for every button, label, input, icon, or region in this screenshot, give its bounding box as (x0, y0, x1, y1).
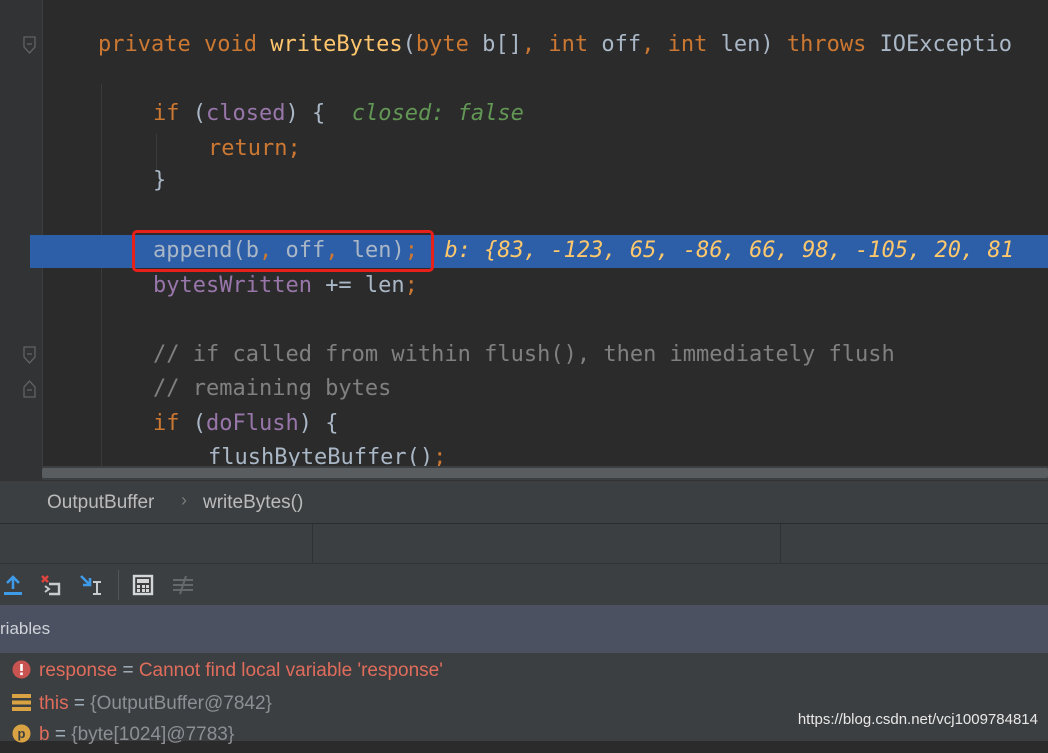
evaluate-expression-icon[interactable] (130, 572, 156, 598)
code-token: b: {83, -123, 65, -86, 66, 98, -105, 20,… (444, 238, 1014, 263)
variable-value: {byte[1024]@7783} (71, 724, 235, 745)
code-line-method-signature[interactable]: private void writeBytes(byte b[], int of… (98, 28, 1012, 62)
code-token: closed (206, 101, 286, 126)
code-token: private (98, 32, 204, 57)
variables-panel-header: riables (0, 605, 1048, 653)
variable-error-value: Cannot find local variable 'response' (138, 660, 443, 681)
code-token: } (153, 168, 167, 193)
code-token: b[] (482, 32, 522, 57)
code-line-if-doflush[interactable]: if (doFlush) { (153, 407, 338, 441)
code-token: off (601, 32, 642, 57)
code-line-comment-2[interactable]: // remaining bytes (153, 372, 391, 406)
fold-comment-end-icon[interactable] (23, 378, 36, 398)
trace-icon[interactable] (170, 572, 196, 598)
code-token: closed: false (351, 101, 524, 126)
horizontal-scrollbar-thumb[interactable] (42, 468, 1048, 478)
code-line-if-closed[interactable]: if (closed) { closed: false (153, 97, 524, 131)
append-call-highlight-box (132, 230, 434, 272)
code-token: // if called from within flush(), then i… (153, 342, 895, 367)
step-out-icon[interactable] (0, 572, 26, 598)
code-token: // remaining bytes (153, 376, 392, 401)
code-token: writeBytes (270, 32, 403, 57)
code-line-close-brace[interactable]: } (153, 164, 166, 198)
variable-name: b (39, 724, 50, 745)
variable-equals: = (117, 660, 139, 681)
code-token: bytesWritten (153, 273, 326, 298)
variable-row-b[interactable]: p b = {byte[1024]@7783} (12, 720, 234, 750)
param-icon: p (12, 723, 31, 743)
indent-guide (101, 84, 102, 474)
error-icon (12, 659, 31, 679)
code-token: ( (402, 32, 416, 57)
code-line-return[interactable]: return; (208, 132, 301, 166)
breadcrumb-method[interactable]: writeBytes() (203, 492, 303, 514)
code-token: int (667, 32, 721, 57)
code-editor[interactable]: private void writeBytes(byte b[], int of… (0, 0, 1048, 480)
breadcrumb-class[interactable]: OutputBuffer (47, 492, 154, 514)
variable-row-this[interactable]: this = {OutputBuffer@7842} (12, 689, 272, 719)
code-token: if (153, 101, 193, 126)
code-token: int (548, 32, 602, 57)
svg-text:p: p (18, 726, 26, 741)
code-token: ) { (298, 411, 339, 436)
code-line-bytes-written[interactable]: bytesWritten += len; (153, 269, 418, 303)
object-icon (12, 692, 31, 711)
toolbar-separator (118, 570, 119, 600)
code-token: ) { (285, 101, 352, 126)
breadcrumb-separator: › (181, 490, 187, 510)
code-token: ( (192, 411, 206, 436)
code-token: , (521, 32, 549, 57)
code-token: ( (192, 101, 206, 126)
code-token: return; (208, 136, 301, 161)
code-token: IOExceptio (879, 32, 1013, 57)
code-token: if (153, 411, 193, 436)
code-line-comment-1[interactable]: // if called from within flush(), then i… (153, 338, 895, 372)
column-divider (312, 524, 313, 564)
fold-method-icon[interactable] (23, 36, 36, 56)
variable-name: response (39, 660, 118, 681)
code-token: byte (415, 32, 483, 57)
fold-comment-start-icon[interactable] (23, 346, 36, 366)
variable-row-response[interactable]: response = Cannot find local variable 'r… (12, 656, 443, 686)
code-token: , (641, 32, 668, 57)
breadcrumb: OutputBuffer › writeBytes() (0, 480, 1048, 524)
variable-equals: = (49, 724, 72, 745)
execution-marker (30, 235, 34, 268)
code-token: throws (786, 32, 880, 57)
code-token: ; (404, 273, 418, 298)
variable-value: {OutputBuffer@7842} (90, 693, 272, 714)
code-token: void (203, 32, 271, 57)
debug-sessions-bar[interactable] (0, 523, 1048, 564)
drop-frame-icon[interactable] (38, 572, 64, 598)
code-token: len) (720, 32, 787, 57)
debug-toolbar (0, 563, 1048, 606)
variable-equals: = (68, 693, 91, 714)
run-to-cursor-icon[interactable] (78, 572, 104, 598)
code-token: doFlush (206, 411, 299, 436)
code-token: += len (325, 273, 405, 298)
variables-title: riables (0, 619, 51, 638)
watermark-url: https://blog.csdn.net/vcj1009784814 (797, 711, 1038, 728)
column-divider (780, 524, 781, 564)
variable-name: this (39, 693, 69, 714)
